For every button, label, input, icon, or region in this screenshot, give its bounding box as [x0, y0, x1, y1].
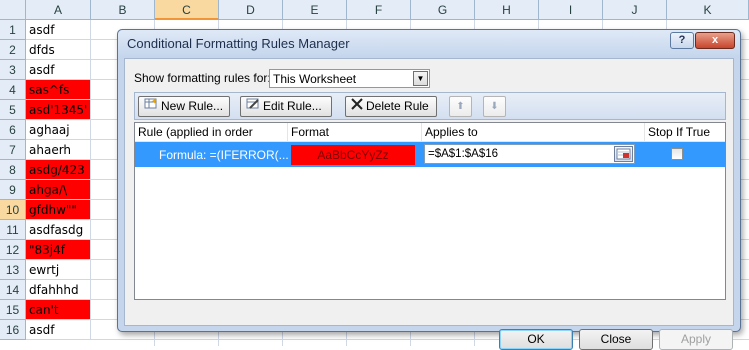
help-icon: ? — [678, 34, 686, 46]
row-header[interactable]: 13 — [0, 260, 26, 280]
cell-a[interactable]: asd'1345' — [26, 100, 91, 120]
select-all-corner[interactable] — [0, 0, 26, 20]
row-header[interactable]: 8 — [0, 160, 26, 180]
edit-rule-icon — [246, 97, 260, 116]
row-header[interactable]: 10 — [0, 200, 26, 220]
rules-toolbar: ✦ New Rule... Edit Rule... Delete Rule ⬆… — [134, 92, 726, 120]
cell-a[interactable]: can't — [26, 300, 91, 320]
row-header[interactable]: 11 — [0, 220, 26, 240]
column-header-f[interactable]: F — [347, 0, 411, 20]
close-window-button[interactable]: x — [695, 32, 735, 49]
cell-a[interactable]: dfds — [26, 40, 91, 60]
format-preview: AaBbCcYyZz — [291, 145, 415, 165]
help-button[interactable]: ? — [670, 32, 694, 49]
new-rule-button[interactable]: ✦ New Rule... — [138, 96, 230, 117]
row-header[interactable]: 16 — [0, 320, 26, 340]
arrow-up-icon: ⬆ — [456, 101, 465, 112]
range-select-icon — [616, 148, 631, 160]
column-header-k[interactable]: K — [667, 0, 749, 20]
chevron-down-icon[interactable]: ▼ — [413, 71, 428, 86]
new-rule-label: New Rule... — [161, 99, 224, 113]
stop-if-true-column-header: Stop If True — [648, 125, 711, 139]
apply-button[interactable]: Apply — [659, 329, 733, 350]
cell-a[interactable]: ahaerh — [26, 140, 91, 160]
applies-to-column-header: Applies to — [422, 123, 645, 141]
dialog-body: Show formatting rules for: This Workshee… — [124, 58, 734, 350]
delete-rule-label: Delete Rule — [366, 99, 429, 113]
rules-list[interactable]: Rule (applied in order shown) Format App… — [134, 122, 726, 300]
edit-rule-label: Edit Rule... — [263, 99, 322, 113]
conditional-formatting-dialog: Conditional Formatting Rules Manager ? x… — [117, 29, 741, 350]
column-header-e[interactable]: E — [283, 0, 347, 20]
dialog-title: Conditional Formatting Rules Manager — [127, 36, 350, 51]
column-header-d[interactable]: D — [219, 0, 283, 20]
move-up-button[interactable]: ⬆ — [449, 96, 472, 117]
column-header-h[interactable]: H — [475, 0, 539, 20]
column-header-i[interactable]: I — [539, 0, 603, 20]
cell-a[interactable]: asdf — [26, 20, 91, 40]
show-rules-value: This Worksheet — [273, 72, 357, 86]
cell-a[interactable]: dfahhhd — [26, 280, 91, 300]
row-header[interactable]: 6 — [0, 120, 26, 140]
cell-a[interactable]: asdfasdg — [26, 220, 91, 240]
applies-to-field[interactable]: =$A$1:$A$16 — [424, 144, 635, 164]
range-select-button[interactable] — [614, 146, 633, 162]
row-header[interactable]: 14 — [0, 280, 26, 300]
close-icon: x — [711, 34, 719, 46]
edit-rule-button[interactable]: Edit Rule... — [240, 96, 332, 117]
applies-to-value: =$A$1:$A$16 — [428, 148, 499, 160]
row-header[interactable]: 2 — [0, 40, 26, 60]
show-rules-label: Show formatting rules for: — [134, 71, 271, 85]
rules-list-header: Rule (applied in order shown) Format App… — [135, 123, 725, 157]
move-down-button[interactable]: ⬇ — [483, 96, 506, 117]
cell-a[interactable]: asdf — [26, 320, 91, 340]
column-header-b[interactable]: B — [91, 0, 155, 20]
row-header[interactable]: 15 — [0, 300, 26, 320]
column-header-g[interactable]: G — [411, 0, 475, 20]
delete-x-icon — [351, 97, 363, 116]
column-header-a[interactable]: A — [26, 0, 91, 20]
svg-text:✦: ✦ — [151, 97, 158, 106]
cell-a[interactable]: sas^fs — [26, 80, 91, 100]
arrow-down-icon: ⬇ — [490, 101, 499, 112]
dialog-titlebar[interactable]: Conditional Formatting Rules Manager ? x — [118, 30, 740, 58]
delete-rule-button[interactable]: Delete Rule — [345, 96, 437, 117]
ok-button[interactable]: OK — [499, 329, 573, 350]
row-header[interactable]: 12 — [0, 240, 26, 260]
row-header[interactable]: 5 — [0, 100, 26, 120]
new-rule-icon: ✦ — [144, 97, 158, 116]
format-column-header: Format — [288, 123, 422, 141]
rule-formula: Formula: =(IFERROR(... — [159, 148, 289, 162]
row-header[interactable]: 3 — [0, 60, 26, 80]
row-header[interactable]: 7 — [0, 140, 26, 160]
close-button[interactable]: Close — [579, 329, 653, 350]
cell-a[interactable]: asdg/423 — [26, 160, 91, 180]
cell-a[interactable]: ahga/\ — [26, 180, 91, 200]
cell-a[interactable]: aghaaj — [26, 120, 91, 140]
cell-a[interactable]: gfdhw"" — [26, 200, 91, 220]
column-header-c[interactable]: C — [155, 0, 219, 20]
cell-a[interactable]: "83j4f — [26, 240, 91, 260]
show-rules-dropdown[interactable]: This Worksheet ▼ — [269, 69, 430, 88]
row-header[interactable]: 9 — [0, 180, 26, 200]
cell-a[interactable]: ewrtj — [26, 260, 91, 280]
row-header[interactable]: 1 — [0, 20, 26, 40]
rule-column-header: Rule (applied in order shown) — [135, 123, 288, 157]
row-header[interactable]: 4 — [0, 80, 26, 100]
rule-row[interactable]: Formula: =(IFERROR(... AaBbCcYyZz =$A$1:… — [135, 142, 725, 167]
stop-if-true-checkbox[interactable] — [671, 148, 683, 160]
cell-a[interactable]: asdf — [26, 60, 91, 80]
column-header-j[interactable]: J — [603, 0, 667, 20]
